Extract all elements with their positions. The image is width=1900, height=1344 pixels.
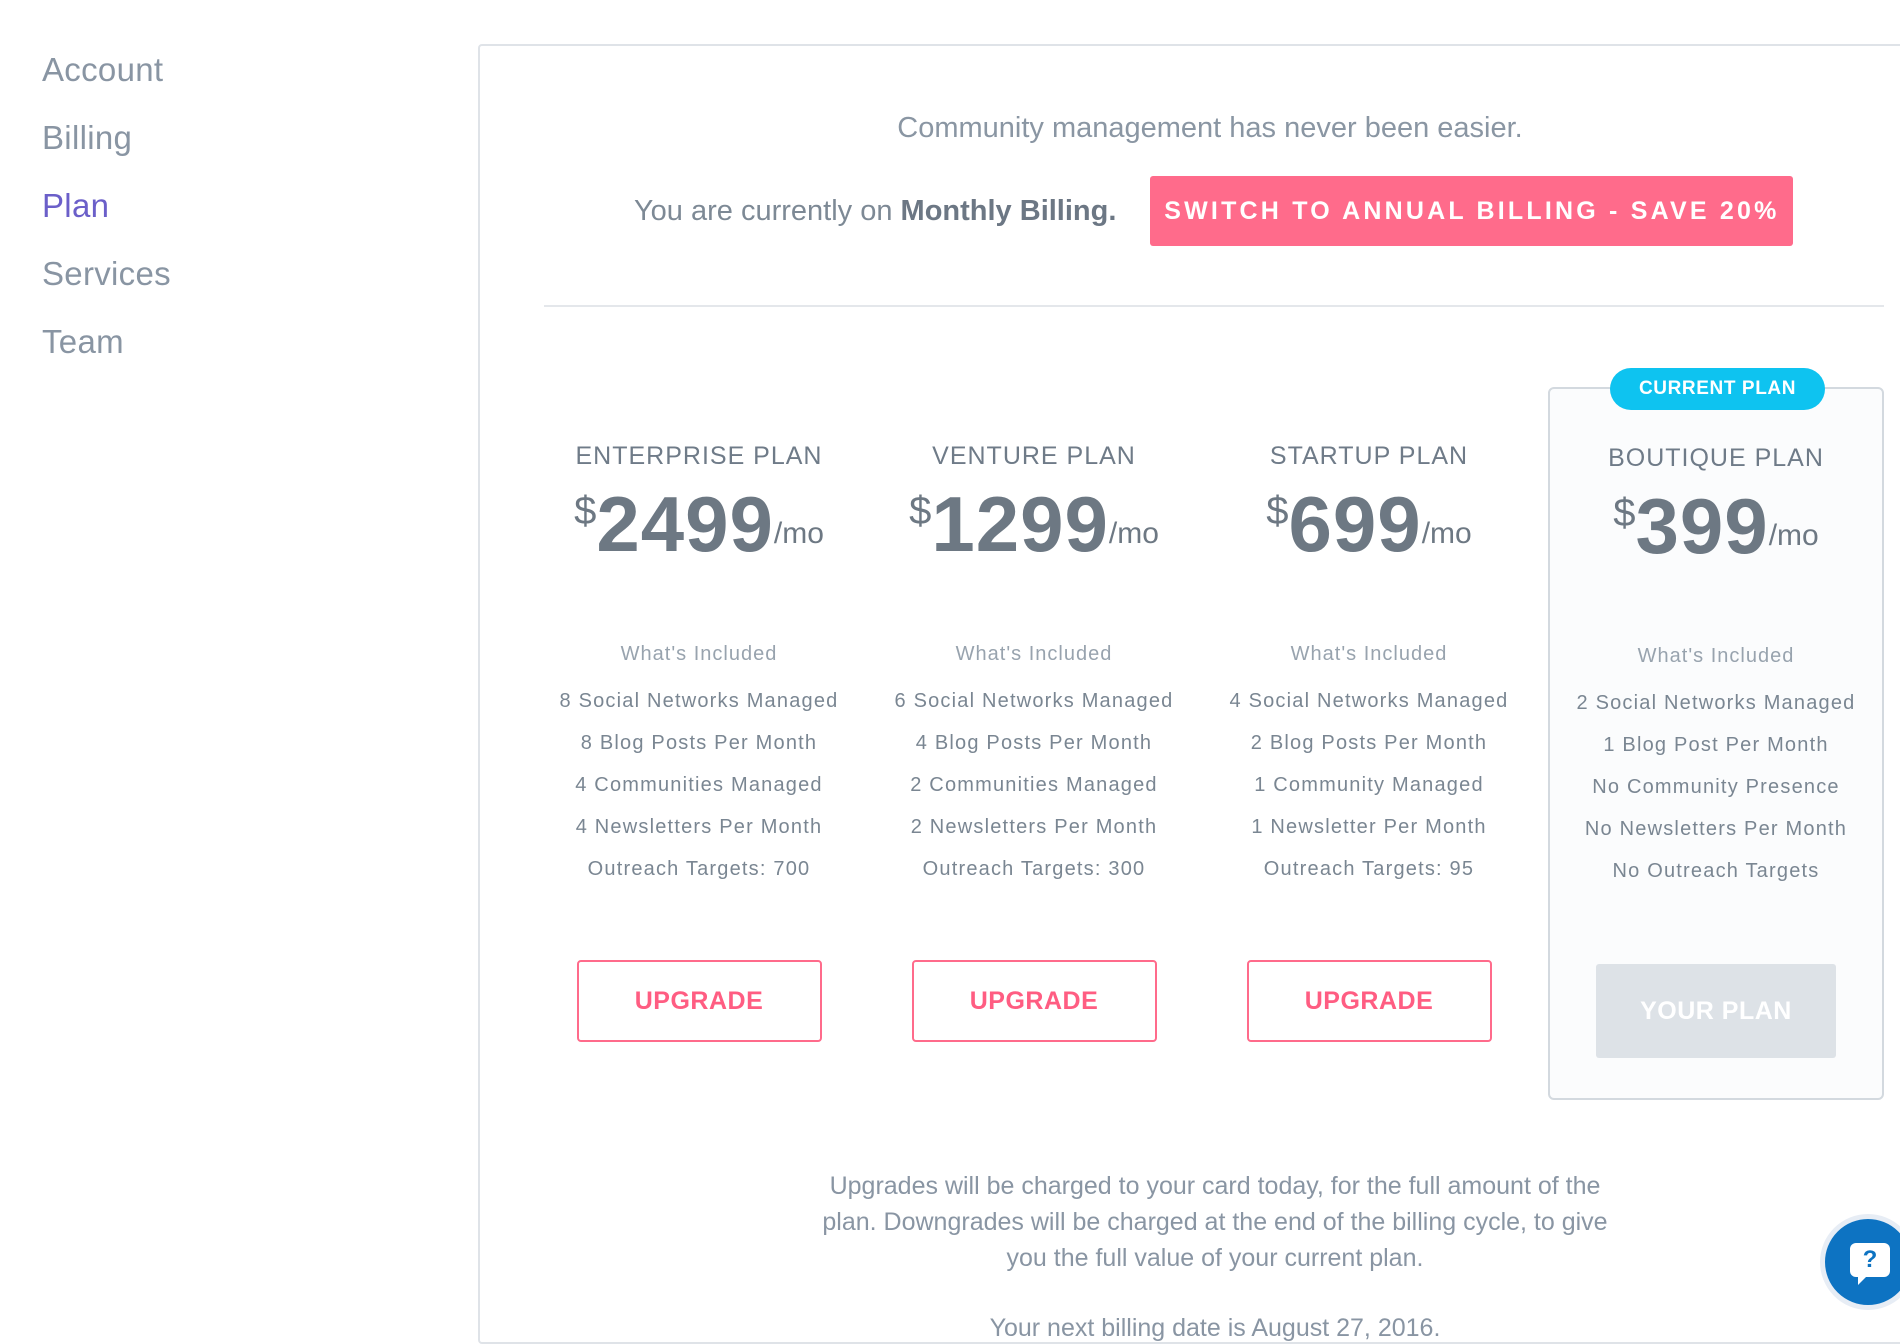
feature-list: 6 Social Networks Managed 4 Blog Posts P…	[867, 680, 1201, 890]
included-label: What's Included	[955, 643, 1113, 665]
feature-item: No Outreach Targets	[1612, 860, 1820, 882]
feature-item: 8 Social Networks Managed	[559, 690, 839, 712]
next-billing-date: Your next billing date is August 27, 201…	[989, 1314, 1441, 1342]
feature-item: 1 Blog Post Per Month	[1603, 734, 1829, 756]
plan-price: $ 699 /mo	[1202, 485, 1536, 563]
plan-card-startup: STARTUP PLAN $ 699 /mo What's Included 4…	[1202, 338, 1536, 1042]
price-amount: 1299	[931, 480, 1109, 568]
feature-item: 4 Social Networks Managed	[1229, 690, 1509, 712]
included-label: What's Included	[1290, 643, 1448, 665]
plan-name: STARTUP PLAN	[1269, 442, 1469, 470]
billing-note: Upgrades will be charged to your card to…	[822, 1172, 1608, 1272]
plan-price: $ 1299 /mo	[867, 485, 1201, 563]
billing-prefix: You are currently on	[634, 194, 893, 227]
sidebar-item-services[interactable]: Services	[42, 240, 342, 308]
billing-status: You are currently on Monthly Billing.	[634, 195, 1116, 228]
sidebar-item-plan[interactable]: Plan	[42, 172, 342, 240]
plan-name: BOUTIQUE PLAN	[1608, 444, 1824, 472]
price-period: /mo	[1108, 517, 1159, 550]
feature-item: 4 Blog Posts Per Month	[915, 732, 1153, 754]
feature-item: 2 Social Networks Managed	[1576, 692, 1856, 714]
price-currency: $	[574, 489, 597, 533]
feature-item: 2 Blog Posts Per Month	[1250, 732, 1488, 754]
upgrade-enterprise-button[interactable]: UPGRADE	[576, 960, 822, 1042]
plan-panel: Community management has never been easi…	[478, 44, 1900, 1344]
feature-list: 4 Social Networks Managed 2 Blog Posts P…	[1202, 680, 1536, 890]
divider	[544, 305, 1884, 307]
billing-row: You are currently on Monthly Billing. SW…	[634, 176, 1794, 246]
feature-list: 2 Social Networks Managed 1 Blog Post Pe…	[1549, 682, 1883, 892]
feature-item: No Newsletters Per Month	[1584, 818, 1848, 840]
feature-item: 1 Newsletter Per Month	[1251, 816, 1487, 838]
plan-card-boutique: BOUTIQUE PLAN $ 399 /mo What's Included …	[1549, 340, 1883, 1058]
feature-item: Outreach Targets: 700	[587, 858, 811, 880]
billing-mode: Monthly Billing.	[900, 194, 1117, 227]
feature-item: 1 Community Managed	[1254, 774, 1484, 796]
settings-sidebar: Account Billing Plan Services Team	[42, 36, 342, 376]
feature-list: 8 Social Networks Managed 8 Blog Posts P…	[532, 680, 866, 890]
feature-item: 2 Newsletters Per Month	[910, 816, 1158, 838]
price-period: /mo	[773, 517, 824, 550]
upgrade-startup-button[interactable]: UPGRADE	[1246, 960, 1492, 1042]
feature-item: No Community Presence	[1592, 776, 1840, 798]
feature-item: Outreach Targets: 300	[922, 858, 1146, 880]
price-amount: 699	[1288, 480, 1422, 568]
plan-card-venture: VENTURE PLAN $ 1299 /mo What's Included …	[867, 338, 1201, 1042]
price-amount: 399	[1635, 482, 1769, 570]
price-currency: $	[1613, 491, 1636, 535]
feature-item: 2 Communities Managed	[910, 774, 1158, 796]
included-label: What's Included	[1637, 645, 1795, 667]
feature-item: 4 Communities Managed	[575, 774, 823, 796]
feature-item: Outreach Targets: 95	[1263, 858, 1475, 880]
plan-price: $ 2499 /mo	[532, 485, 866, 563]
switch-annual-billing-button[interactable]: SWITCH TO ANNUAL BILLING - SAVE 20%	[1150, 176, 1794, 246]
plan-card-enterprise: ENTERPRISE PLAN $ 2499 /mo What's Includ…	[532, 338, 866, 1042]
price-amount: 2499	[596, 480, 774, 568]
your-plan-button: YOUR PLAN	[1596, 964, 1836, 1058]
price-period: /mo	[1768, 519, 1819, 552]
price-period: /mo	[1421, 517, 1472, 550]
plan-name: VENTURE PLAN	[932, 442, 1136, 470]
question-chat-icon: ?	[1850, 1243, 1890, 1285]
price-currency: $	[1266, 489, 1289, 533]
sidebar-item-team[interactable]: Team	[42, 308, 342, 376]
feature-item: 6 Social Networks Managed	[894, 690, 1174, 712]
upgrade-venture-button[interactable]: UPGRADE	[911, 960, 1157, 1042]
feature-item: 8 Blog Posts Per Month	[580, 732, 818, 754]
plan-name: ENTERPRISE PLAN	[575, 442, 823, 470]
included-label: What's Included	[620, 643, 778, 665]
plan-price: $ 399 /mo	[1549, 487, 1883, 565]
feature-item: 4 Newsletters Per Month	[575, 816, 823, 838]
sidebar-item-account[interactable]: Account	[42, 36, 342, 104]
tagline: Community management has never been easi…	[897, 112, 1523, 144]
sidebar-item-billing[interactable]: Billing	[42, 104, 342, 172]
price-currency: $	[909, 489, 932, 533]
